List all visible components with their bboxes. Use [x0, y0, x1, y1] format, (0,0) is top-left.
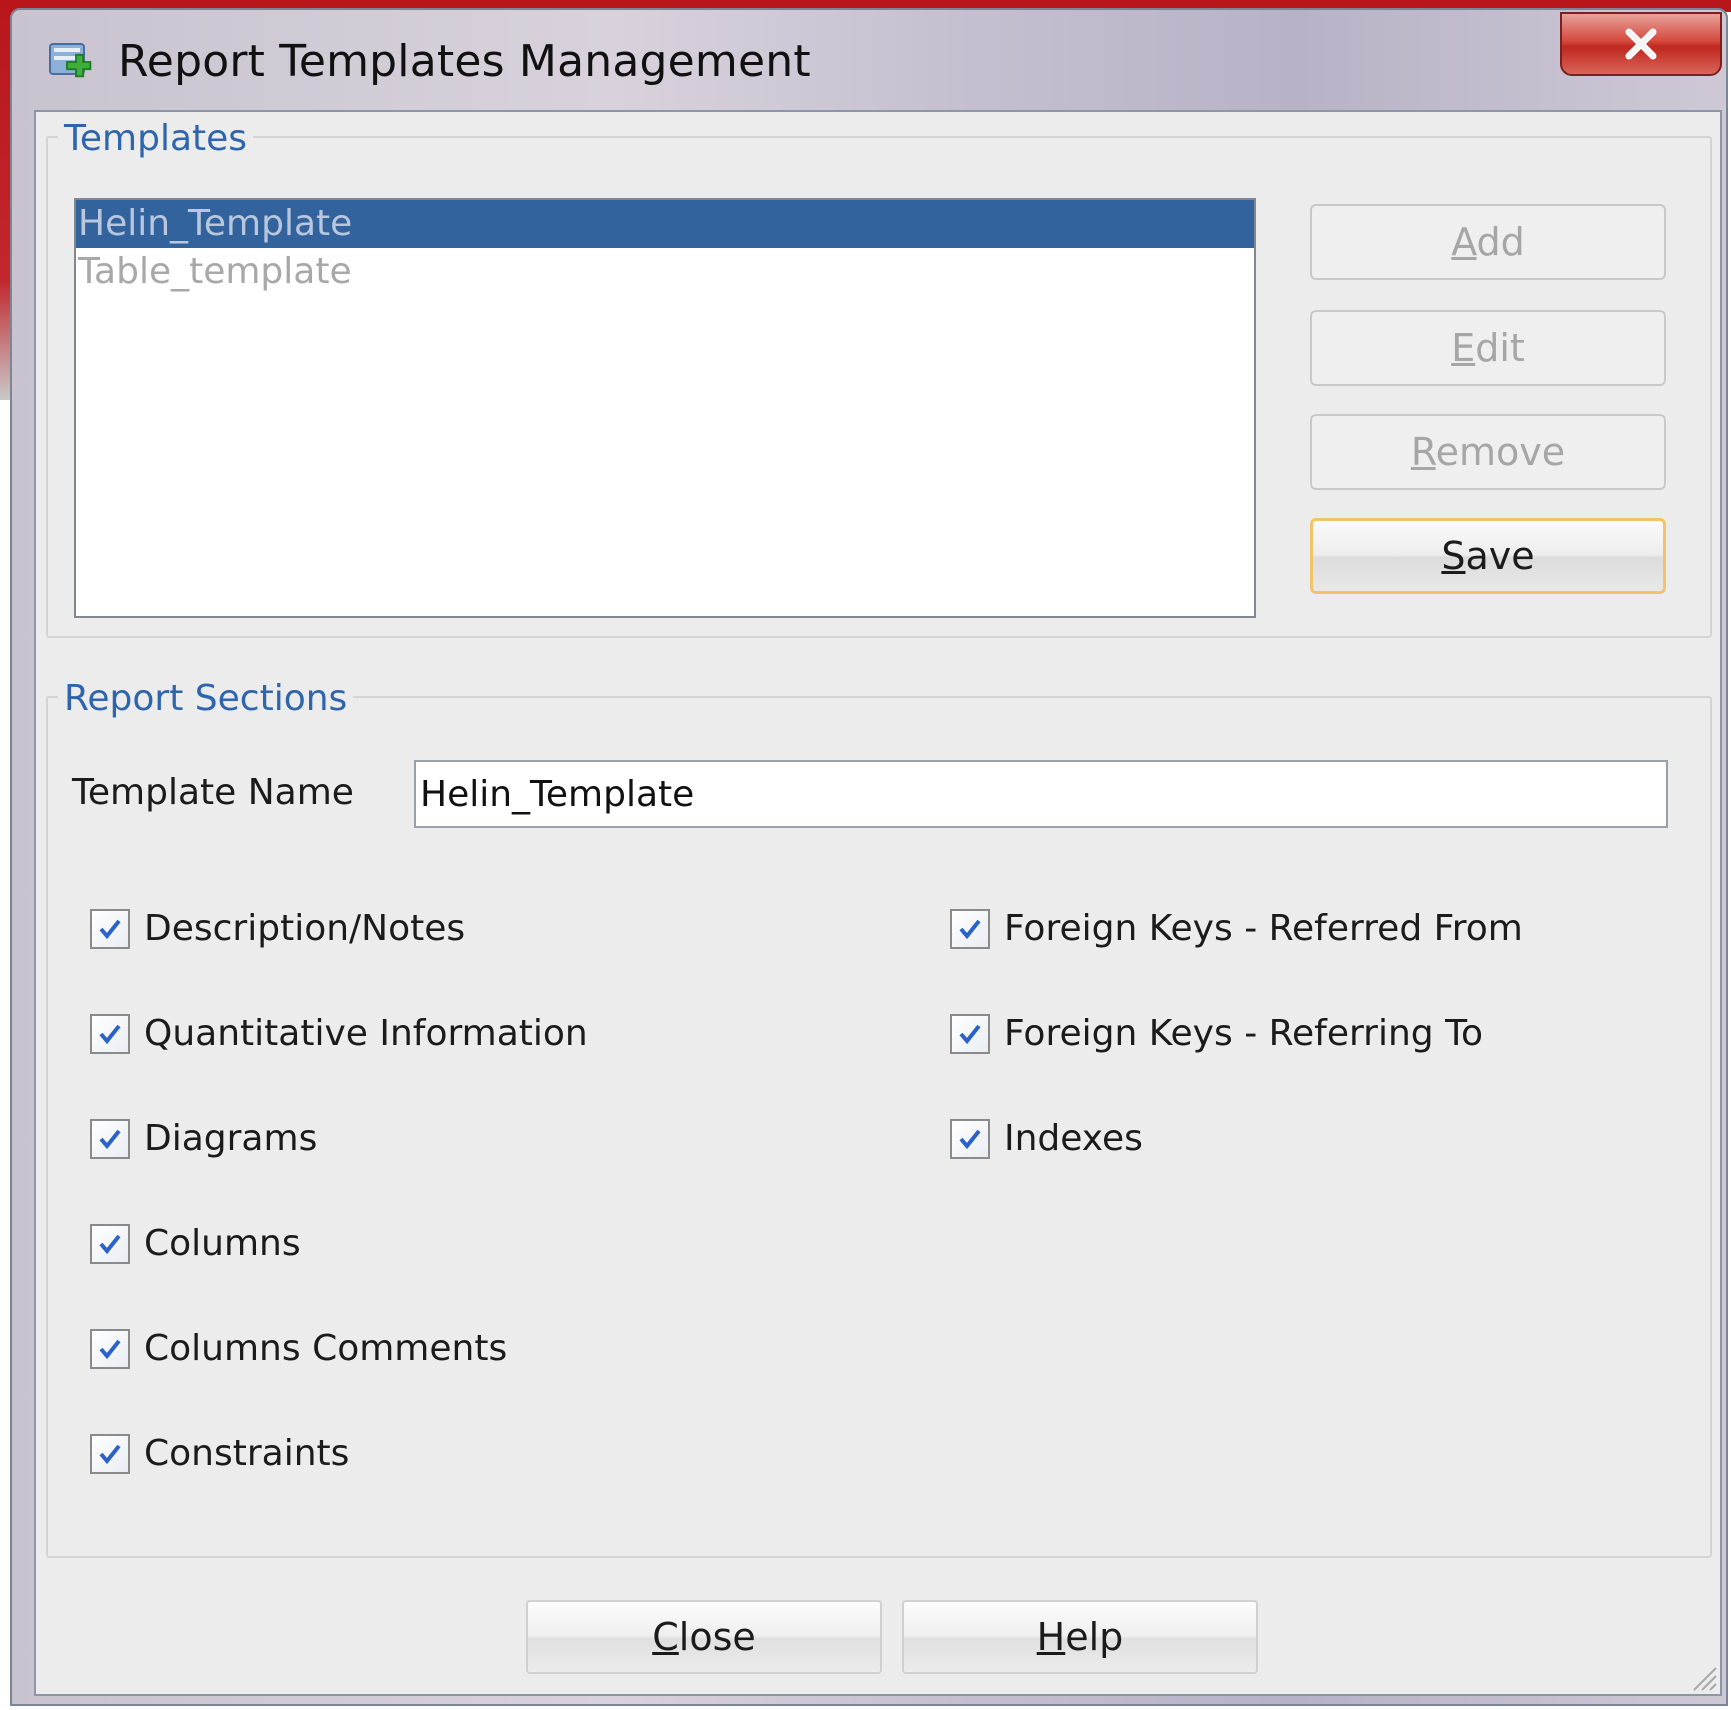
- dialog-window: Report Templates Management Templates He…: [10, 8, 1728, 1706]
- checkbox-label: Description/Notes: [144, 908, 466, 949]
- edit-button[interactable]: Edit: [1310, 310, 1666, 386]
- checkbox-box[interactable]: [90, 1223, 130, 1264]
- check-icon: [959, 1129, 981, 1149]
- indexes-checkbox[interactable]: Indexes: [950, 1118, 1143, 1159]
- close-button-label: Close: [652, 1615, 756, 1659]
- save-button-label: Save: [1441, 534, 1535, 578]
- close-button[interactable]: Close: [526, 1600, 882, 1674]
- check-icon: [99, 1234, 121, 1254]
- template-list-item[interactable]: Table_template: [76, 248, 1254, 296]
- check-icon: [99, 1024, 121, 1044]
- close-window-button[interactable]: [1560, 12, 1722, 76]
- edit-button-label: Edit: [1451, 326, 1525, 370]
- remove-button-label: Remove: [1410, 430, 1566, 474]
- templates-group: Templates Helin_Template Table_template …: [46, 118, 1712, 638]
- checkbox-box[interactable]: [90, 1433, 130, 1474]
- checkbox-box[interactable]: [90, 1013, 130, 1054]
- constraints-checkbox[interactable]: Constraints: [90, 1433, 349, 1474]
- checkbox-box[interactable]: [90, 1328, 130, 1369]
- check-icon: [99, 1339, 121, 1359]
- foreign-keys-referring-to-checkbox[interactable]: Foreign Keys - Referring To: [950, 1013, 1483, 1054]
- window-title: Report Templates Management: [118, 36, 811, 87]
- add-button[interactable]: Add: [1310, 204, 1666, 280]
- help-button[interactable]: Help: [902, 1600, 1258, 1674]
- checkbox-label: Quantitative Information: [144, 1013, 588, 1054]
- close-icon: [1625, 28, 1657, 60]
- checkbox-box[interactable]: [950, 1013, 990, 1054]
- report-template-app-icon: [49, 43, 92, 78]
- template-name-input[interactable]: [414, 760, 1668, 828]
- check-icon: [99, 1129, 121, 1149]
- templates-listbox[interactable]: Helin_Template Table_template: [74, 198, 1256, 618]
- checkbox-box[interactable]: [90, 908, 130, 949]
- check-icon: [99, 919, 121, 939]
- diagrams-checkbox[interactable]: Diagrams: [90, 1118, 317, 1159]
- checkbox-label: Foreign Keys - Referred From: [1004, 908, 1523, 949]
- report-sections-group-legend: Report Sections: [58, 678, 354, 719]
- checkbox-label: Columns Comments: [144, 1328, 508, 1369]
- columns-checkbox[interactable]: Columns: [90, 1223, 301, 1264]
- report-sections-group: Report Sections Template Name Descriptio…: [46, 678, 1712, 1558]
- checkbox-box[interactable]: [90, 1118, 130, 1159]
- description-notes-checkbox[interactable]: Description/Notes: [90, 908, 465, 949]
- check-icon: [959, 1024, 981, 1044]
- checkbox-box[interactable]: [950, 1118, 990, 1159]
- template-name-label: Template Name: [72, 772, 354, 813]
- checkbox-label: Foreign Keys - Referring To: [1004, 1013, 1483, 1054]
- resize-grip-icon[interactable]: [1688, 1662, 1718, 1692]
- columns-comments-checkbox[interactable]: Columns Comments: [90, 1328, 507, 1369]
- quantitative-information-checkbox[interactable]: Quantitative Information: [90, 1013, 588, 1054]
- check-icon: [959, 919, 981, 939]
- checkbox-label: Diagrams: [144, 1118, 318, 1159]
- dialog-client-area: Templates Helin_Template Table_template …: [34, 110, 1722, 1696]
- title-bar[interactable]: Report Templates Management: [12, 10, 1726, 106]
- checkbox-label: Indexes: [1004, 1118, 1143, 1159]
- checkbox-label: Constraints: [144, 1433, 350, 1474]
- templates-group-legend: Templates: [58, 118, 254, 159]
- add-button-label: Add: [1451, 220, 1525, 264]
- remove-button[interactable]: Remove: [1310, 414, 1666, 490]
- checkbox-label: Columns: [144, 1223, 301, 1264]
- template-list-item[interactable]: Helin_Template: [76, 200, 1254, 248]
- save-button[interactable]: Save: [1310, 518, 1666, 594]
- check-icon: [99, 1444, 121, 1464]
- help-button-label: Help: [1036, 1615, 1124, 1659]
- foreign-keys-referred-from-checkbox[interactable]: Foreign Keys - Referred From: [950, 908, 1523, 949]
- checkbox-box[interactable]: [950, 908, 990, 949]
